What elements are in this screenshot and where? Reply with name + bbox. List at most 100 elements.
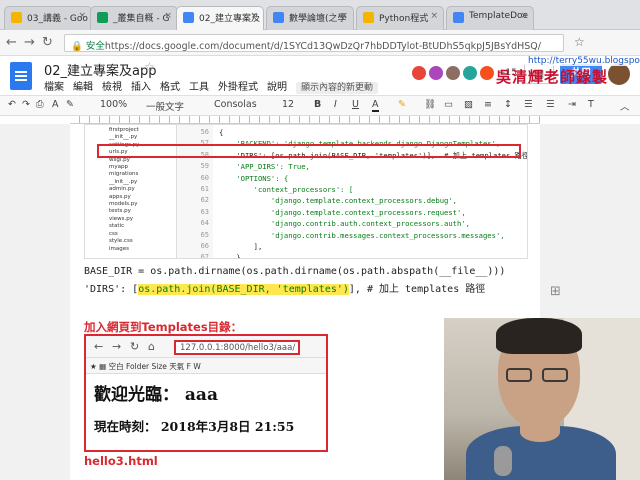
indent-icon[interactable]: ⇥ — [568, 99, 576, 110]
italic-button[interactable]: I — [334, 99, 337, 110]
collaborator-avatar[interactable] — [427, 64, 445, 82]
tree-item: images — [109, 245, 129, 252]
canvas-left — [0, 124, 70, 480]
changes-notice[interactable]: 顯示內容的新更動 — [296, 82, 379, 94]
menu-item[interactable]: 插入 — [131, 82, 151, 93]
underline-button[interactable]: U — [352, 99, 359, 110]
tree-item: views.py — [109, 215, 134, 222]
print-icon[interactable]: ⎙ — [36, 99, 44, 110]
browser-tab[interactable]: TemplateDoe × — [446, 6, 534, 30]
tree-item: __init__.py — [109, 178, 138, 185]
avatar[interactable] — [608, 63, 630, 85]
tree-item: models.py — [109, 201, 138, 208]
tab-favicon-icon — [273, 12, 284, 23]
undo-icon[interactable]: ↶ — [8, 99, 16, 110]
menu-item[interactable]: 工具 — [189, 82, 209, 93]
mini-forward-icon: → — [112, 340, 122, 353]
mini-url: 127.0.0.1:8000/hello3/aaa/ — [174, 340, 300, 355]
menu-item[interactable]: 檔案 — [44, 82, 64, 93]
redo-icon[interactable]: ↷ — [22, 99, 30, 110]
collaborator-avatar[interactable] — [478, 64, 496, 82]
line-spacing-icon[interactable]: ↕ — [504, 99, 512, 110]
tab-close-icon[interactable]: × — [340, 11, 348, 21]
document-title[interactable]: 02_建立專案及app — [44, 60, 157, 79]
tab-close-icon[interactable]: × — [164, 11, 172, 21]
presenter-hair — [496, 318, 582, 354]
mini-bookmarks-text: 空白 Folder Size 天氣 F W — [108, 362, 201, 371]
menu-item[interactable]: 編輯 — [73, 82, 93, 93]
tree-item: __init__.py — [109, 134, 138, 141]
tree-item: static — [109, 223, 125, 230]
ruler[interactable] — [70, 116, 540, 124]
tab-close-icon[interactable]: × — [78, 11, 86, 21]
tab-label: 數學論壇(之學 — [289, 14, 347, 24]
line-number: 60 — [200, 173, 209, 182]
image-icon[interactable]: ▨ — [464, 99, 473, 110]
lock-icon: 🔒 — [71, 41, 86, 52]
back-icon[interactable]: ← — [6, 35, 17, 50]
code-line: { — [219, 128, 224, 137]
code-line: }, — [219, 253, 245, 259]
clear-format-icon[interactable]: T — [588, 99, 594, 110]
zoom-select[interactable]: 100% — [100, 99, 127, 110]
menu-item[interactable]: 說明 — [267, 82, 287, 93]
dirs-highlight: os.path.join(BASE_DIR, 'templates') — [138, 284, 349, 295]
add-icon[interactable]: ⊞ — [550, 284, 561, 299]
tree-item: admin.py — [109, 186, 135, 193]
microphone — [494, 446, 512, 476]
line-number: 65 — [200, 230, 209, 239]
tree-item: migrations — [109, 171, 139, 178]
tab-close-icon[interactable]: × — [250, 11, 258, 21]
text-color-button[interactable]: A — [372, 99, 379, 112]
section-heading: 加入網頁到Templates目錄： — [84, 320, 243, 334]
collaborator-avatar[interactable] — [461, 64, 479, 82]
tree-item: tests.py — [109, 208, 131, 215]
paint-format-icon[interactable]: ✎ — [66, 99, 74, 110]
browser-tab[interactable]: 數學論壇(之學 × — [266, 6, 354, 30]
forward-icon[interactable]: → — [24, 35, 35, 50]
tab-label: _叢集自概 - G — [113, 14, 170, 24]
font-size-select[interactable]: 12 — [282, 99, 294, 110]
mini-bookmarks: ★ ▦ 空白 Folder Size 天氣 F W — [86, 358, 326, 374]
url-input[interactable]: 🔒 安全https://docs.google.com/document/d/1… — [64, 34, 564, 52]
collaborator-avatar[interactable] — [410, 64, 428, 82]
tree-item: myapp — [109, 164, 128, 171]
tab-close-icon[interactable]: × — [430, 11, 438, 21]
bullet-list-icon[interactable]: ☰ — [546, 99, 555, 110]
collaborator-avatar[interactable] — [444, 64, 462, 82]
welcome-text: 歡迎光臨： aaa — [94, 385, 218, 405]
comment-icon[interactable]: ▭ — [444, 99, 453, 110]
browser-tab[interactable]: _叢集自概 - G × — [90, 6, 178, 30]
reload-icon[interactable]: ↻ — [42, 35, 53, 50]
browser-tab[interactable]: 02_建立專案及 × — [176, 6, 264, 31]
star-icon[interactable]: ☆ — [144, 60, 155, 74]
align-icon[interactable]: ≡ — [484, 99, 492, 110]
menu-item[interactable]: 格式 — [160, 82, 180, 93]
spellcheck-icon[interactable]: A — [52, 99, 59, 110]
link-icon[interactable]: ⛓ — [424, 99, 436, 110]
style-select[interactable]: 一般文字 — [146, 99, 184, 113]
docs-logo-icon[interactable] — [10, 62, 32, 90]
format-toolbar: ↶ ↷ ⎙ A ✎ 100% 一般文字 Consolas 12 B I U A … — [0, 96, 640, 116]
line-number: 61 — [200, 185, 209, 194]
tree-item: css — [109, 230, 118, 237]
blog-url-overlay: http://terry55wu.blogspot.tw — [525, 56, 640, 66]
browser-tab[interactable]: 03_講義 - Goo × — [4, 6, 92, 30]
tree-item: apps.py — [109, 193, 131, 200]
menu-item[interactable]: 檢視 — [102, 82, 122, 93]
collapse-icon[interactable]: ︿ — [620, 99, 630, 113]
browser-tab[interactable]: Python程式 × — [356, 6, 444, 30]
font-select[interactable]: Consolas — [214, 99, 257, 110]
bookmark-star-icon[interactable]: ☆ — [574, 35, 585, 49]
base-dir-line[interactable]: BASE_DIR = os.path.dirname(os.path.dirna… — [84, 266, 505, 277]
numbered-list-icon[interactable]: ☰ — [524, 99, 533, 110]
glasses-right — [542, 368, 568, 382]
bold-button[interactable]: B — [314, 99, 321, 110]
dirs-line[interactable]: 'DIRS': [os.path.join(BASE_DIR, 'templat… — [84, 280, 485, 295]
highlight-icon[interactable]: ✎ — [398, 99, 406, 110]
tab-favicon-icon — [453, 12, 464, 23]
tab-close-icon[interactable]: × — [520, 11, 528, 21]
tab-favicon-icon — [11, 12, 22, 23]
menu-item[interactable]: 外掛程式 — [218, 82, 258, 93]
address-bar: ← → ↻ 🔒 安全https://docs.google.com/docume… — [0, 30, 640, 56]
